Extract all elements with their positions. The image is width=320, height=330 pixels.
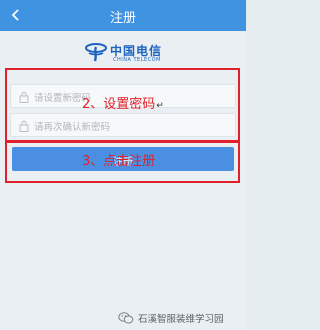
screen: 注册 中国电信 CHINA TELECOM 请设置新密码 请再次确认新密码 2、… bbox=[0, 0, 246, 330]
watermark-text: 石溪智服装维学习园 bbox=[138, 314, 224, 325]
return-mark: ↵ bbox=[156, 101, 164, 111]
annotation-step-3: 3、点击注册 bbox=[82, 154, 156, 169]
page-title: 注册 bbox=[109, 11, 136, 26]
nav-bar: 注册 bbox=[0, 0, 246, 31]
watermark: 石溪智服装维学习园 bbox=[118, 310, 224, 326]
annotation-step-2-text: 2、设置密码 bbox=[82, 97, 156, 112]
china-telecom-logo-icon bbox=[85, 43, 107, 62]
china-telecom-logo: 中国电信 CHINA TELECOM bbox=[84, 41, 174, 67]
annotation-step-2: 2、设置密码↵ bbox=[82, 93, 164, 112]
logo-name-en: CHINA TELECOM bbox=[113, 57, 161, 63]
wechat-icon bbox=[118, 312, 134, 324]
